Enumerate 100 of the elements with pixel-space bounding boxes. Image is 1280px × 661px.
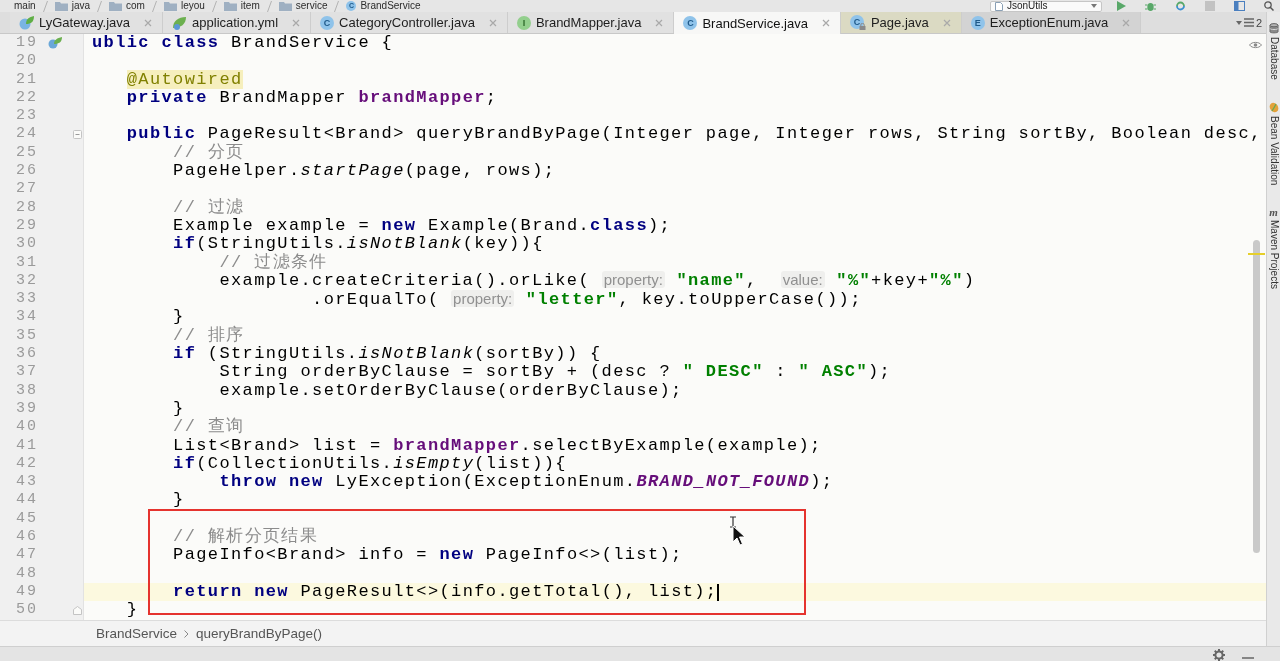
reload-icon[interactable] (1175, 1, 1186, 11)
tool-window-button[interactable]: Database (1267, 23, 1280, 80)
editor-tab[interactable]: C Page.java (840, 12, 962, 33)
code-line: } (172, 399, 185, 419)
line-number: 45 (15, 509, 38, 528)
breadcrumb-item[interactable]: queryBrandByPage() (196, 626, 323, 641)
leaf-icon (172, 15, 188, 30)
breadcrumb-item[interactable]: item (223, 0, 260, 12)
breadcrumb-item[interactable]: main (14, 0, 36, 12)
code-line: public PageResult<Brand> queryBrandByPage(Integer page, Integer rows, String sortBy, Boolean desc, (125, 125, 1262, 144)
search-icon[interactable] (1264, 1, 1274, 11)
line-number: 46 (15, 528, 38, 547)
gear-icon[interactable] (1213, 649, 1225, 661)
code-line: if(CollectionUtils.isEmpty(list)){ (172, 454, 567, 474)
line-number: 47 (15, 546, 38, 565)
line-number: 36 (15, 345, 38, 364)
locked-class-icon: C (849, 15, 866, 30)
line-number: 24 (15, 125, 38, 144)
code-line: // 排序 (172, 326, 245, 346)
code-line: // 过滤条件 (218, 253, 328, 272)
code-line: // 查询 (172, 418, 245, 437)
slash-separator-icon (211, 0, 217, 12)
line-number: 35 (15, 326, 38, 346)
line-number: 31 (15, 253, 38, 272)
bug-icon[interactable] (1145, 1, 1156, 11)
layout-icon[interactable] (1234, 1, 1245, 11)
line-number: 26 (15, 162, 38, 181)
code-line: // 过滤 (172, 198, 245, 217)
editor-tab[interactable]: E ExceptionEnum.java (961, 12, 1142, 33)
line-number: 39 (15, 399, 38, 419)
line-number: 22 (15, 88, 38, 108)
close-icon[interactable] (488, 18, 497, 27)
class-icon: C (320, 15, 335, 30)
run-configuration-dropdown[interactable]: JsonUtils (990, 0, 1102, 12)
chevron-icon (184, 629, 190, 638)
editor-tab[interactable]: C BrandService.java (674, 12, 841, 34)
breadcrumb-item[interactable]: BrandService (96, 626, 178, 641)
line-number: 20 (15, 52, 38, 71)
code-line: } (172, 308, 185, 327)
line-number: 19 (15, 34, 38, 53)
gutter-leaf-icon[interactable] (47, 37, 62, 50)
scrollbar-thumb[interactable] (1253, 240, 1260, 553)
breadcrumb-item[interactable]: com (109, 0, 145, 12)
line-number: 29 (15, 216, 38, 236)
text-caret (717, 583, 720, 601)
code-line: List<Brand> list = brandMapper.selectByExample(example); (172, 436, 822, 455)
scrollbar-marker (1248, 253, 1265, 255)
line-number: 33 (15, 290, 38, 309)
line-number: 48 (15, 564, 38, 583)
breadcrumb-item[interactable]: java (54, 0, 91, 12)
tool-window-button[interactable]: Bean Validation (1267, 101, 1280, 186)
list-icon (1243, 18, 1254, 27)
enum-icon: E (970, 15, 985, 30)
line-number: 49 (15, 582, 38, 602)
close-icon[interactable] (1122, 18, 1131, 27)
code-line: throw new LyException(ExceptionEnum.BRAND_NOT_FOUND); (218, 473, 834, 492)
tool-window-button[interactable]: m Maven Projects (1267, 207, 1280, 290)
line-number: 38 (15, 381, 38, 400)
slash-separator-icon (97, 0, 103, 12)
code-line: // 分页 (172, 143, 245, 163)
close-icon[interactable] (292, 18, 301, 27)
caret-icon (1091, 4, 1097, 8)
code-line: return new PageResult<>(info.getTotal(), list); (172, 582, 718, 602)
code-line: PageHelper.startPage(page, rows); (172, 162, 556, 181)
code-line: String orderByClause = sortBy + (desc ? " DESC" : " ASC"); (218, 363, 892, 382)
line-number: 21 (15, 70, 38, 89)
code-line: Example example = new Example(Brand.class); (172, 216, 672, 236)
line-number: 44 (15, 491, 38, 510)
line-number: 43 (15, 473, 38, 492)
breadcrumb-item[interactable]: leyou (163, 0, 205, 12)
line-number: 42 (15, 454, 38, 474)
close-icon[interactable] (821, 19, 830, 27)
code-line: PageInfo<Brand> info = new PageInfo<>(list); (172, 546, 683, 565)
code-line: .orEqualTo( property: "letter", key.toUpperCase()); (311, 289, 862, 309)
code-line: // 解析分页结果 (172, 528, 319, 547)
code-line: if (StringUtils.isNotBlank(sortBy)) { (172, 345, 602, 364)
close-icon[interactable] (144, 18, 153, 27)
breadcrumb-item[interactable]: service (278, 0, 328, 12)
slash-separator-icon (334, 0, 340, 12)
class-icon: C (683, 16, 698, 30)
fold-marker-icon[interactable] (72, 605, 82, 615)
tab-list-button[interactable]: 2 (1229, 12, 1266, 33)
slash-separator-icon (42, 0, 48, 12)
line-number: 40 (15, 418, 38, 437)
eye-icon[interactable] (1249, 41, 1262, 49)
fold-marker-icon[interactable] (72, 130, 82, 140)
line-number: 41 (15, 436, 38, 455)
line-number: 28 (15, 198, 38, 217)
minimize-icon[interactable] (1242, 655, 1254, 661)
line-number: 37 (15, 363, 38, 382)
line-number: 27 (15, 180, 38, 199)
file-icon (995, 1, 1003, 11)
class-leaf-icon (19, 15, 34, 30)
close-icon[interactable] (942, 18, 951, 27)
code-line: example.createCriteria().orLike( property: "name", value: "%"+key+"%") (218, 271, 976, 291)
close-icon[interactable] (655, 18, 664, 27)
code-line: ublic class BrandService { (92, 34, 394, 53)
mouse-pointer-icon (728, 516, 746, 546)
code-editor[interactable] (84, 34, 1266, 620)
maven-icon: m (1269, 207, 1278, 218)
